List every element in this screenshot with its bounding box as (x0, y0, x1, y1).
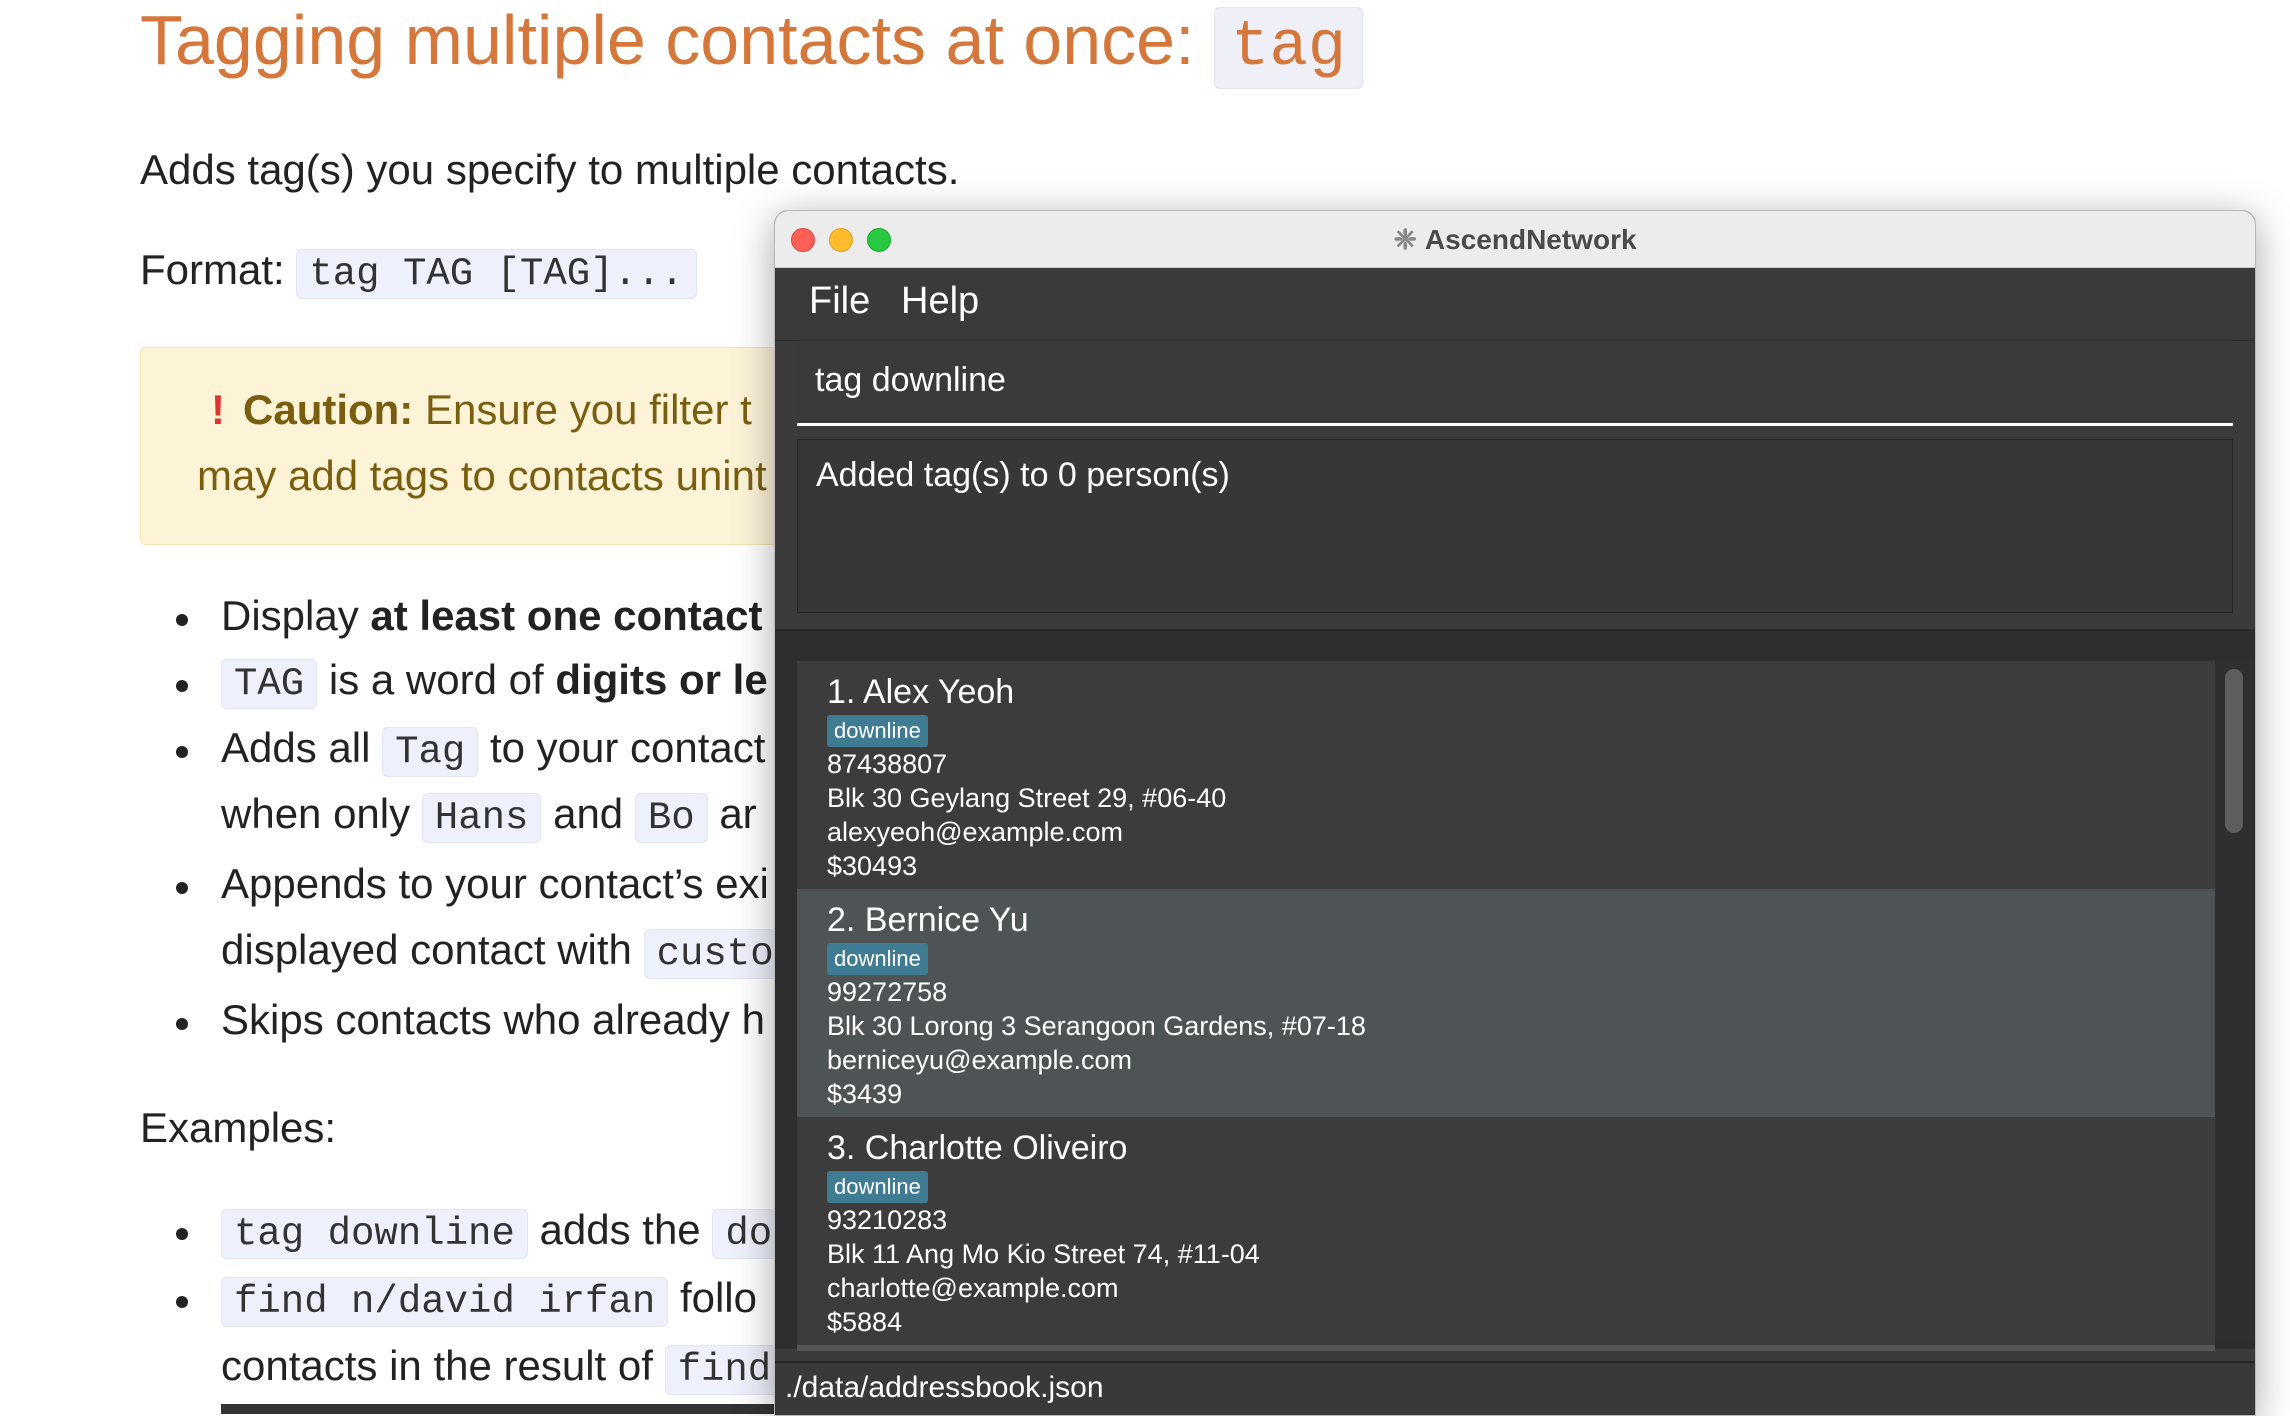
list-item: Appends to your contact’s exi (221, 860, 769, 908)
list-item: Skips contacts who already h (221, 996, 765, 1044)
contact-name: 2. Bernice Yu (827, 901, 1029, 939)
command-input-value[interactable]: tag downline (815, 361, 1006, 400)
bullet-dot (176, 614, 188, 626)
format-label: Format: (140, 246, 285, 293)
tag-badge: downline (827, 943, 928, 975)
caution-box: ! Caution: Ensure you filter t may add ta… (140, 347, 802, 545)
list-item-text: and (541, 790, 635, 837)
list-divider (797, 1345, 2215, 1351)
list-item: Adds all Tag to your contact (221, 724, 766, 777)
page-title-text: Tagging multiple contacts at once: (140, 1, 1195, 79)
example-item: find n/david irfan follo (221, 1274, 757, 1327)
inline-code: TAG (221, 659, 318, 709)
contact-card[interactable]: 1. Alex Yeoh downline 87438807 Blk 30 Ge… (797, 661, 2215, 889)
bullet-dot (176, 882, 188, 894)
status-file-path: ./data/addressbook.json (785, 1371, 1104, 1404)
inline-code: Tag (382, 727, 479, 777)
contact-phone: 93210283 (827, 1205, 948, 1235)
list-item-continued: when only Hans and Bo ar (221, 790, 757, 843)
caution-line2: may add tags to contacts unint (197, 452, 767, 499)
inline-code: Hans (421, 793, 542, 843)
contact-list-panel: 1. Alex Yeoh downline 87438807 Blk 30 Ge… (775, 629, 2255, 1351)
intro-text: Adds tag(s) you specify to multiple cont… (140, 146, 960, 193)
inline-code: find (664, 1345, 785, 1395)
code-block-edge (221, 1404, 781, 1414)
page-title: Tagging multiple contacts at once: tag (140, 0, 1364, 89)
bullet-dot (176, 1296, 188, 1308)
command-input[interactable]: tag downline (797, 341, 2233, 426)
example-text: follo (668, 1274, 757, 1321)
list-item-text: displayed contact with (221, 926, 644, 973)
caution-line1: Ensure you filter t (424, 386, 752, 433)
list-item: TAG is a word of digits or le (221, 656, 768, 709)
bullet-dot (176, 680, 188, 692)
contact-list[interactable]: 1. Alex Yeoh downline 87438807 Blk 30 Ge… (797, 661, 2215, 1369)
list-item-text: Adds all (221, 724, 383, 771)
menu-bar: File Help (775, 268, 2255, 341)
list-item-text: ar (707, 790, 757, 837)
scrollbar-thumb[interactable] (2225, 669, 2243, 833)
status-bar: ./data/addressbook.json (775, 1361, 2255, 1415)
list-item-text: Appends to your contact’s exi (221, 860, 769, 907)
exclamation-icon: ! (211, 386, 225, 433)
bullet-dot (176, 746, 188, 758)
inline-code: tag downline (221, 1209, 528, 1259)
tag-badge: downline (827, 715, 928, 747)
contact-card-selected[interactable]: 2. Bernice Yu downline 99272758 Blk 30 L… (797, 889, 2215, 1117)
caution-label: Caution: (243, 386, 414, 433)
contact-address: Blk 30 Lorong 3 Serangoon Gardens, #07-1… (827, 1011, 1366, 1041)
example-item-continued: contacts in the result of find (221, 1342, 785, 1395)
list-item-text: to your contact (478, 724, 766, 771)
list-item-text: Display (221, 592, 371, 639)
examples-label: Examples: (140, 1104, 337, 1151)
contact-email: charlotte@example.com (827, 1273, 1119, 1303)
contact-address: Blk 11 Ang Mo Kio Street 74, #11-04 (827, 1239, 1260, 1269)
result-display: Added tag(s) to 0 person(s) (797, 439, 2233, 613)
app-logo-icon: ❈ (1393, 224, 1417, 255)
tag-badge: downline (827, 1171, 928, 1203)
window-title-text: AscendNetwork (1424, 224, 1637, 255)
list-item-bold: digits or le (555, 656, 768, 703)
inline-code: find n/david irfan (221, 1277, 669, 1327)
list-item-continued: displayed contact with custo (221, 926, 787, 979)
list-item-text: when only (221, 790, 422, 837)
example-item: tag downline adds the do (221, 1206, 786, 1259)
list-scrollbar[interactable] (2215, 659, 2253, 1339)
contact-phone: 87438807 (827, 749, 948, 779)
app-window: ❈ AscendNetwork File Help tag downline Ad… (774, 210, 2256, 1416)
contact-amount: $5884 (827, 1307, 903, 1337)
list-item-bold: at least one contact (370, 592, 763, 639)
contact-email: berniceyu@example.com (827, 1045, 1133, 1075)
contact-card[interactable]: 3. Charlotte Oliveiro downline 93210283 … (797, 1117, 2215, 1345)
contact-name: 3. Charlotte Oliveiro (827, 1129, 1128, 1167)
result-message: Added tag(s) to 0 person(s) (816, 456, 1230, 494)
contact-email: alexyeoh@example.com (827, 817, 1124, 847)
contact-amount: $30493 (827, 851, 918, 881)
inline-code: Bo (634, 793, 708, 843)
example-text: adds the (527, 1206, 713, 1253)
list-item-text: is a word of (317, 656, 556, 703)
contact-address: Blk 30 Geylang Street 29, #06-40 (827, 783, 1227, 813)
format-line: Format: tag TAG [TAG]... (140, 246, 697, 299)
contact-phone: 99272758 (827, 977, 948, 1007)
contact-name: 1. Alex Yeoh (827, 673, 1015, 711)
inline-code: custo (643, 929, 787, 979)
format-code: tag TAG [TAG]... (296, 249, 697, 299)
window-title: ❈ AscendNetwork (775, 223, 2255, 256)
bullet-dot (176, 1228, 188, 1240)
list-item-text: Skips contacts who already h (221, 996, 765, 1043)
title-code: tag (1213, 7, 1364, 89)
title-bar[interactable]: ❈ AscendNetwork (775, 211, 2255, 268)
example-text: contacts in the result of (221, 1342, 665, 1389)
bullet-dot (176, 1018, 188, 1030)
menu-file[interactable]: File (809, 280, 870, 323)
menu-help[interactable]: Help (901, 280, 979, 323)
list-item: Display at least one contact (221, 592, 763, 640)
contact-amount: $3439 (827, 1079, 903, 1109)
